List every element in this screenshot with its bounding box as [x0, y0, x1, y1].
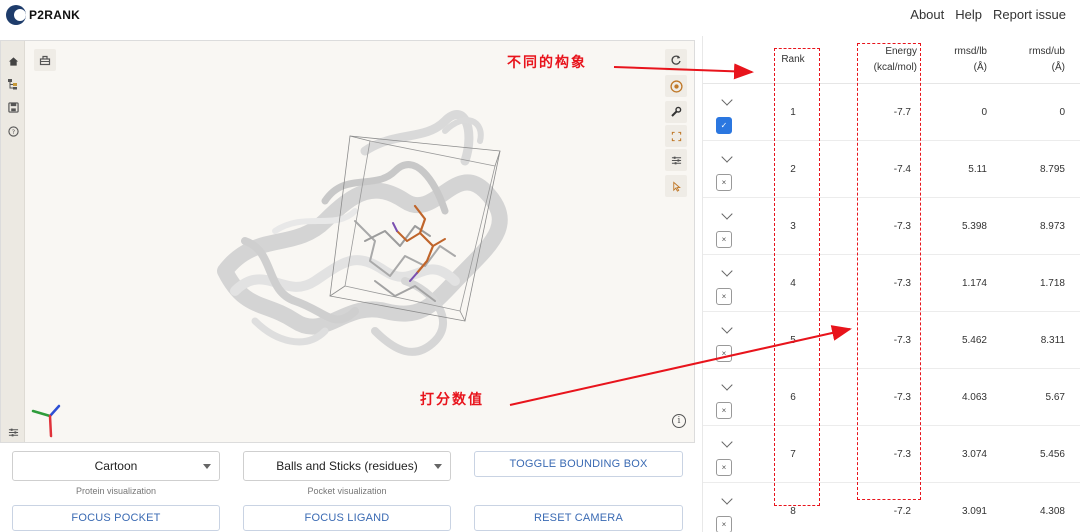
scores-annotation: 打分数值 [420, 392, 484, 408]
rmsd-lb-cell: 4.063 [961, 392, 987, 403]
rmsd-lb-cell: 1.174 [961, 278, 987, 289]
refresh-icon[interactable] [665, 49, 687, 71]
brand-name: P2RANK [29, 8, 81, 22]
rmsd-ub-cell: 5.67 [1045, 392, 1065, 403]
rmsd-ub-cell: 8.795 [1039, 164, 1065, 175]
info-icon[interactable]: i [672, 414, 686, 428]
rmsd-ub-cell: 4.308 [1039, 506, 1065, 517]
rmsd-ub-cell: 8.311 [1040, 335, 1065, 346]
protein-visualization-caption: Protein visualization [75, 486, 157, 496]
molecule-viewer[interactable]: ? i [0, 40, 695, 443]
rmsd-ub-header-line1: rmsd/ub [1028, 46, 1065, 57]
help-link[interactable]: Help [955, 7, 982, 22]
hierarchy-icon[interactable] [5, 76, 21, 92]
top-nav: About Help Report issue [910, 7, 1066, 22]
rmsd-lb-cell: 5.398 [961, 221, 987, 232]
brand-logo[interactable]: P2RANK [6, 5, 80, 25]
about-link[interactable]: About [910, 7, 944, 22]
focus-ligand-button[interactable]: FOCUS LIGAND [243, 505, 451, 531]
pocket-visualization-caption: Pocket visualization [307, 486, 387, 496]
rmsd-ub-header[interactable]: rmsd/ub (Å) [1007, 44, 1065, 76]
toggle-bounding-box-button[interactable]: TOGGLE BOUNDING BOX [474, 451, 683, 477]
chevron-down-icon[interactable] [721, 322, 733, 334]
rmsd-lb-cell: 5.462 [961, 335, 987, 346]
rmsd-ub-cell: 1.718 [1039, 278, 1065, 289]
rank-column-highlight [774, 48, 820, 506]
protein-visualization-select[interactable]: Cartoon [12, 451, 220, 481]
viewer-left-toolbar: ? [1, 41, 25, 442]
row-checkbox[interactable]: × [716, 345, 732, 362]
chevron-down-icon [434, 464, 442, 469]
row-checkbox[interactable]: × [716, 288, 732, 305]
chevron-down-icon[interactable] [721, 493, 733, 505]
reset-camera-button[interactable]: RESET CAMERA [474, 505, 683, 531]
row-checkbox-checked[interactable]: ✓ [716, 117, 732, 134]
row-checkbox[interactable]: × [716, 231, 732, 248]
rmsd-ub-cell: 5.456 [1039, 449, 1065, 460]
rmsd-ub-cell: 8.973 [1039, 221, 1065, 232]
focus-pocket-button[interactable]: FOCUS POCKET [12, 505, 220, 531]
row-checkbox[interactable]: × [716, 459, 732, 476]
sliders-icon[interactable] [665, 149, 687, 171]
rmsd-lb-header-line2: (Å) [973, 62, 987, 73]
aperture-icon[interactable] [665, 75, 687, 97]
rmsd-lb-cell: 3.091 [961, 506, 987, 517]
chevron-down-icon [203, 464, 211, 469]
chevron-down-icon[interactable] [721, 208, 733, 220]
svg-text:?: ? [11, 127, 14, 135]
rmsd-lb-cell: 5.11 [968, 164, 987, 175]
rmsd-ub-header-line2: (Å) [1051, 62, 1065, 73]
conformations-annotation: 不同的构象 [507, 55, 587, 71]
sliders-icon[interactable] [5, 424, 21, 440]
rmsd-lb-header[interactable]: rmsd/lb (Å) [933, 44, 987, 76]
chevron-down-icon[interactable] [721, 94, 733, 106]
protein-select-value: Cartoon [94, 459, 138, 473]
pointer-icon[interactable] [665, 175, 687, 197]
rmsd-lb-cell: 0 [981, 107, 987, 118]
logo-icon [6, 5, 26, 25]
chevron-down-icon[interactable] [721, 379, 733, 391]
chevron-down-icon[interactable] [721, 151, 733, 163]
rmsd-lb-header-line1: rmsd/lb [954, 46, 987, 57]
row-checkbox[interactable]: × [716, 516, 732, 532]
pocket-select-value: Balls and Sticks (residues) [276, 459, 418, 473]
chevron-down-icon[interactable] [721, 265, 733, 277]
report-issue-link[interactable]: Report issue [993, 7, 1066, 22]
home-icon[interactable] [5, 53, 21, 69]
row-checkbox[interactable]: × [716, 402, 732, 419]
top-bar: P2RANK About Help Report issue [0, 0, 1080, 30]
protein-structure[interactable] [25, 41, 665, 441]
expand-icon[interactable] [665, 125, 687, 147]
rmsd-lb-cell: 3.074 [961, 449, 987, 460]
energy-column-highlight [857, 43, 921, 500]
row-checkbox[interactable]: × [716, 174, 732, 191]
wrench-icon[interactable] [665, 101, 687, 123]
rmsd-ub-cell: 0 [1059, 107, 1065, 118]
help-icon[interactable]: ? [5, 123, 21, 139]
pocket-visualization-select[interactable]: Balls and Sticks (residues) [243, 451, 451, 481]
chevron-down-icon[interactable] [721, 436, 733, 448]
save-icon[interactable] [5, 99, 21, 115]
